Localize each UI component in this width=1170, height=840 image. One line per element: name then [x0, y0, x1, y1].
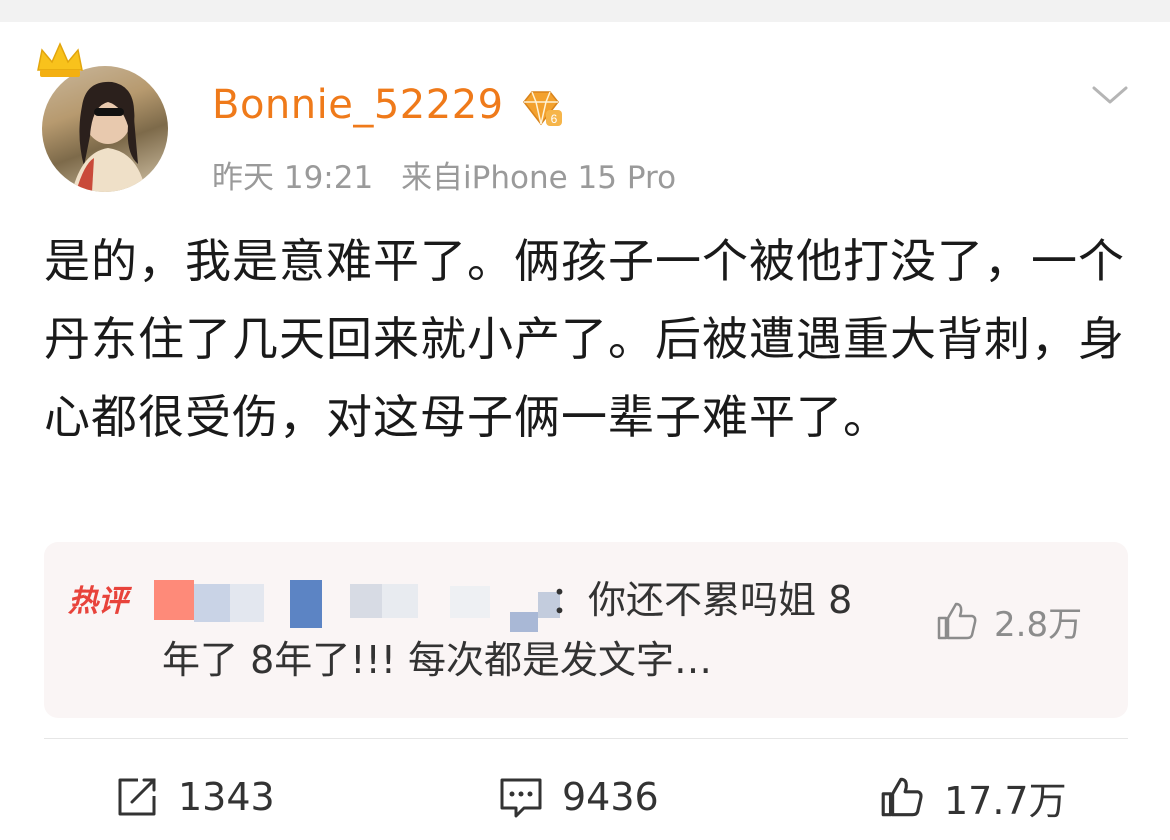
vip-level-text: 6	[551, 112, 558, 126]
vip-diamond-icon: 6	[523, 91, 562, 126]
post-meta: 昨天 19:21 来自iPhone 15 Pro	[212, 152, 694, 197]
weibo-post-card: Bonnie_52229 6 昨天 19:21 来自iPhone 15 Pro …	[0, 22, 1170, 840]
hot-comment-like-button[interactable]: 2.8万	[934, 598, 1083, 645]
crown-icon	[37, 42, 83, 77]
hot-comment-line2: 年了 8年了!!! 每次都是发文字…	[162, 638, 713, 682]
avatar[interactable]	[42, 66, 168, 192]
repost-count: 1343	[178, 775, 275, 819]
hot-comment-label: 热评	[68, 584, 128, 619]
thumb-up-icon	[881, 777, 923, 817]
post-source: 来自iPhone 15 Pro	[401, 160, 677, 196]
hot-comment-text: ：你还不累吗姐 8 年了 8年了!!! 每次都是发文字…	[162, 570, 892, 690]
like-button[interactable]: 17.7万	[878, 770, 1067, 824]
like-count: 17.7万	[944, 778, 1067, 823]
top-divider-strip	[0, 0, 1170, 22]
username[interactable]: Bonnie_52229	[212, 82, 504, 128]
hot-comment-like-count: 2.8万	[994, 604, 1083, 645]
hot-comment-box[interactable]: 热评 ：你还不累吗姐 8 年了 8年了!!! 每次都是发文字… 2.8万	[44, 542, 1128, 718]
repost-icon	[118, 778, 156, 816]
chevron-down-icon[interactable]	[1090, 80, 1130, 110]
repost-button[interactable]: 1343	[114, 770, 275, 824]
comment-icon	[500, 778, 542, 818]
comment-button[interactable]: 9436	[498, 770, 659, 824]
thumb-up-icon	[937, 602, 977, 640]
post-time: 昨天 19:21	[212, 160, 374, 196]
divider	[44, 738, 1128, 739]
comment-count: 9436	[562, 775, 659, 819]
post-body-text: 是的，我是意难平了。俩孩子一个被他打没了，一个丹东住了几天回来就小产了。后被遭遇…	[44, 234, 1125, 444]
hot-comment-line1: ：你还不累吗姐 8	[550, 578, 853, 622]
